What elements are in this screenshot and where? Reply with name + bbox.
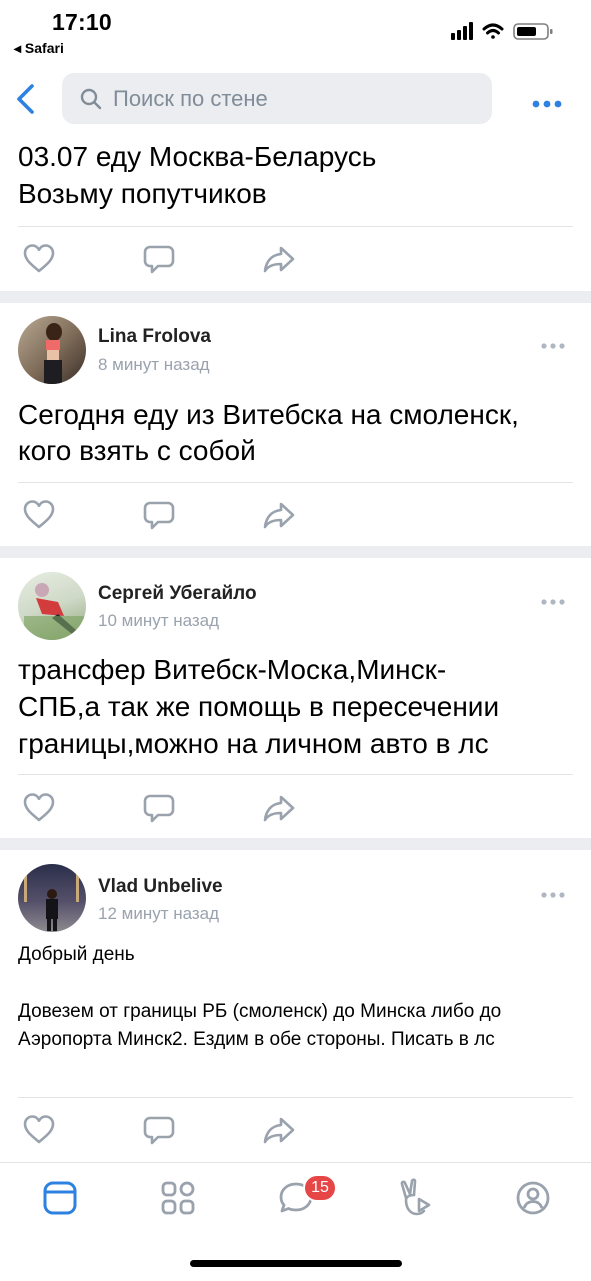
post-text-line: кого взять с собой (18, 435, 256, 466)
comment-icon[interactable] (142, 791, 176, 825)
post-separator (0, 546, 591, 558)
like-icon[interactable] (22, 1113, 56, 1147)
tab-profile[interactable] (515, 1180, 551, 1221)
post-time: 12 минут назад (98, 904, 220, 923)
home-indicator (190, 1260, 402, 1267)
post-text-line: трансфер Витебск-Моска,Минск- (18, 654, 447, 685)
post-text-body: Довезем от границы РБ (смоленск) до Минс… (18, 1001, 502, 1050)
post-author[interactable]: Сергей Убегайло (98, 583, 257, 605)
wifi-icon (482, 23, 504, 39)
post-menu-button[interactable] (541, 885, 565, 903)
post-text-line: 03.07 еду Москва-Беларусь (18, 141, 377, 172)
more-dots-icon (541, 599, 565, 605)
search-icon (80, 88, 102, 115)
post-author[interactable]: Lina Frolova (98, 326, 211, 348)
clips-icon (400, 1178, 431, 1216)
avatar[interactable] (18, 572, 86, 640)
post-text-line: границы,можно на личном авто в лс (18, 728, 489, 759)
post-text-line: СПБ,а так же помощь в пересечении (18, 691, 500, 722)
post-menu-button[interactable] (541, 336, 565, 354)
avatar[interactable] (18, 864, 86, 932)
post-menu-button[interactable] (541, 592, 565, 610)
divider (18, 1097, 573, 1098)
share-icon[interactable] (262, 791, 296, 825)
tab-services[interactable] (160, 1180, 196, 1221)
back-to-safari-link[interactable]: ◂ Safari (14, 40, 64, 57)
wall-search-input[interactable]: Поиск по стене (62, 73, 492, 124)
post-separator (0, 838, 591, 850)
post-text-line: Сегодня еду из Витебска на смоленск, (18, 399, 519, 430)
comment-icon[interactable] (142, 498, 176, 532)
messages-badge: 15 (303, 1174, 337, 1202)
divider (18, 774, 573, 775)
post-text-line: Возьму попутчиков (18, 178, 267, 209)
like-icon[interactable] (22, 242, 56, 276)
share-icon[interactable] (262, 498, 296, 532)
like-icon[interactable] (22, 791, 56, 825)
news-icon (43, 1181, 77, 1215)
comment-icon[interactable] (142, 1113, 176, 1147)
profile-icon (516, 1181, 550, 1215)
post-separator (0, 291, 591, 303)
avatar[interactable] (18, 316, 86, 384)
back-button[interactable] (12, 82, 40, 121)
more-dots-icon (541, 343, 565, 349)
like-icon[interactable] (22, 498, 56, 532)
divider (18, 482, 573, 483)
more-dots-icon (541, 892, 565, 898)
search-placeholder: Поиск по стене (113, 86, 268, 111)
chevron-left-icon (17, 84, 34, 114)
more-dots-icon (532, 100, 562, 108)
services-icon (161, 1181, 195, 1215)
post-time: 10 минут назад (98, 611, 220, 630)
status-time: 17:10 (52, 9, 112, 35)
status-icons (451, 20, 561, 47)
post-author[interactable]: Vlad Unbelive (98, 876, 223, 898)
divider (18, 226, 573, 227)
more-options-button[interactable] (532, 96, 562, 114)
battery-icon (513, 23, 553, 40)
post-time: 8 минут назад (98, 355, 210, 374)
share-icon[interactable] (262, 242, 296, 276)
tab-clips[interactable] (397, 1178, 435, 1223)
tab-news[interactable] (42, 1180, 78, 1221)
post-text-greeting: Добрый день (18, 944, 135, 965)
comment-icon[interactable] (142, 242, 176, 276)
share-icon[interactable] (262, 1113, 296, 1147)
signal-icon (451, 22, 473, 40)
